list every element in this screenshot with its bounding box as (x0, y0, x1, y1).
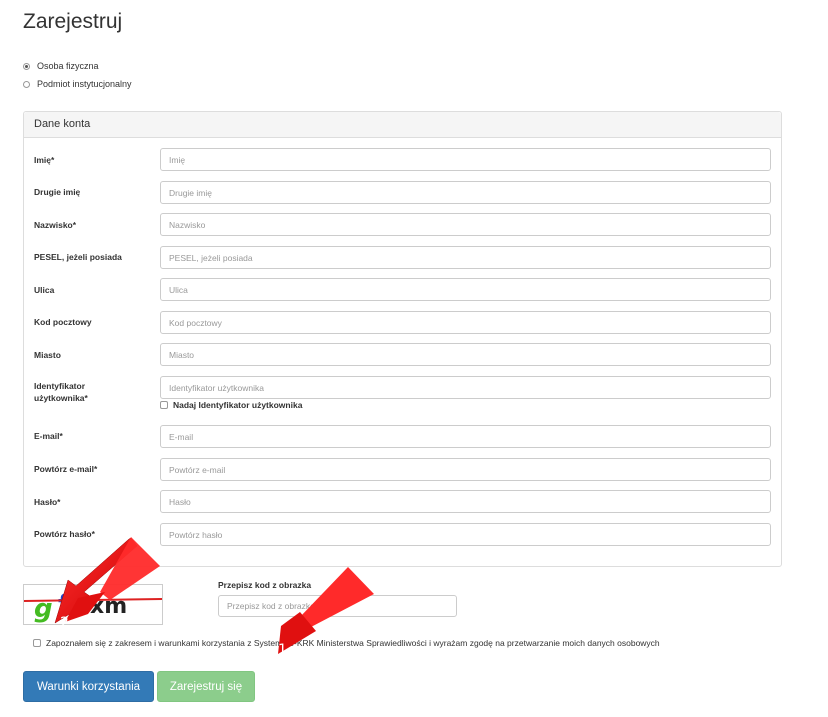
repeat-password-input[interactable] (160, 523, 771, 546)
city-input[interactable] (160, 343, 771, 366)
captcha-input[interactable] (218, 595, 457, 617)
radio-label: Osoba fizyczna (37, 61, 99, 71)
field-label-city: Miasto (34, 350, 61, 360)
radio-checked-icon[interactable] (23, 62, 30, 70)
password-input[interactable] (160, 490, 771, 513)
field-label-password: Hasło* (34, 497, 61, 507)
street-input[interactable] (160, 278, 771, 301)
captcha-label: Przepisz kod z obrazka (218, 580, 312, 590)
svg-text:f8: f8 (58, 590, 87, 620)
radio-unchecked-icon[interactable] (23, 80, 30, 88)
field-label-street: Ulica (34, 285, 55, 295)
field-label-pesel: PESEL, jeżeli posiada (34, 252, 122, 262)
checkbox-icon[interactable] (33, 639, 41, 647)
assign-user-id-checkbox-row[interactable]: Nadaj Identyfikator użytkownika (160, 400, 302, 410)
radio-osoba-fizyczna[interactable]: Osoba fizyczna (23, 59, 99, 73)
terms-of-use-button[interactable]: Warunki korzystania (23, 671, 154, 702)
middle-name-input[interactable] (160, 181, 771, 204)
terms-checkbox-label: Zapoznałem się z zakresem i warunkami ko… (46, 638, 660, 648)
field-label-repeat-password: Powtórz hasło* (34, 529, 95, 539)
svg-text:g: g (34, 594, 53, 624)
pesel-input[interactable] (160, 246, 771, 269)
assign-user-id-label: Nadaj Identyfikator użytkownika (173, 400, 303, 410)
field-label-middle-name: Drugie imię (34, 187, 81, 197)
checkbox-icon[interactable] (160, 401, 168, 409)
postal-code-input[interactable] (160, 311, 771, 334)
field-label-email: E-mail* (34, 431, 63, 441)
email-input[interactable] (160, 425, 771, 448)
user-id-input[interactable] (160, 376, 771, 399)
account-data-panel: Dane konta Imię* Drugie imię Nazwisko* P… (23, 111, 782, 567)
terms-checkbox-row[interactable]: Zapoznałem się z zakresem i warunkami ko… (33, 638, 660, 648)
last-name-input[interactable] (160, 213, 771, 236)
register-button[interactable]: Zarejestruj się (157, 671, 255, 702)
field-label-postal-code: Kod pocztowy (34, 317, 92, 327)
radio-podmiot-instytucjonalny[interactable]: Podmiot instytucjonalny (23, 77, 132, 91)
captcha-image: g f8 xm (23, 584, 163, 625)
radio-label: Podmiot instytucjonalny (37, 79, 132, 89)
field-label-repeat-email: Powtórz e-mail* (34, 464, 98, 474)
field-label-user-id: Identyfikator użytkownika* (34, 381, 88, 403)
captcha-graphic: g f8 xm (24, 590, 162, 624)
repeat-email-input[interactable] (160, 458, 771, 481)
first-name-input[interactable] (160, 148, 771, 171)
panel-heading: Dane konta (24, 112, 781, 138)
field-label-first-name: Imię* (34, 155, 55, 165)
page-title: Zarejestruj (23, 10, 123, 33)
svg-text:xm: xm (90, 594, 127, 619)
field-label-last-name: Nazwisko* (34, 220, 77, 230)
